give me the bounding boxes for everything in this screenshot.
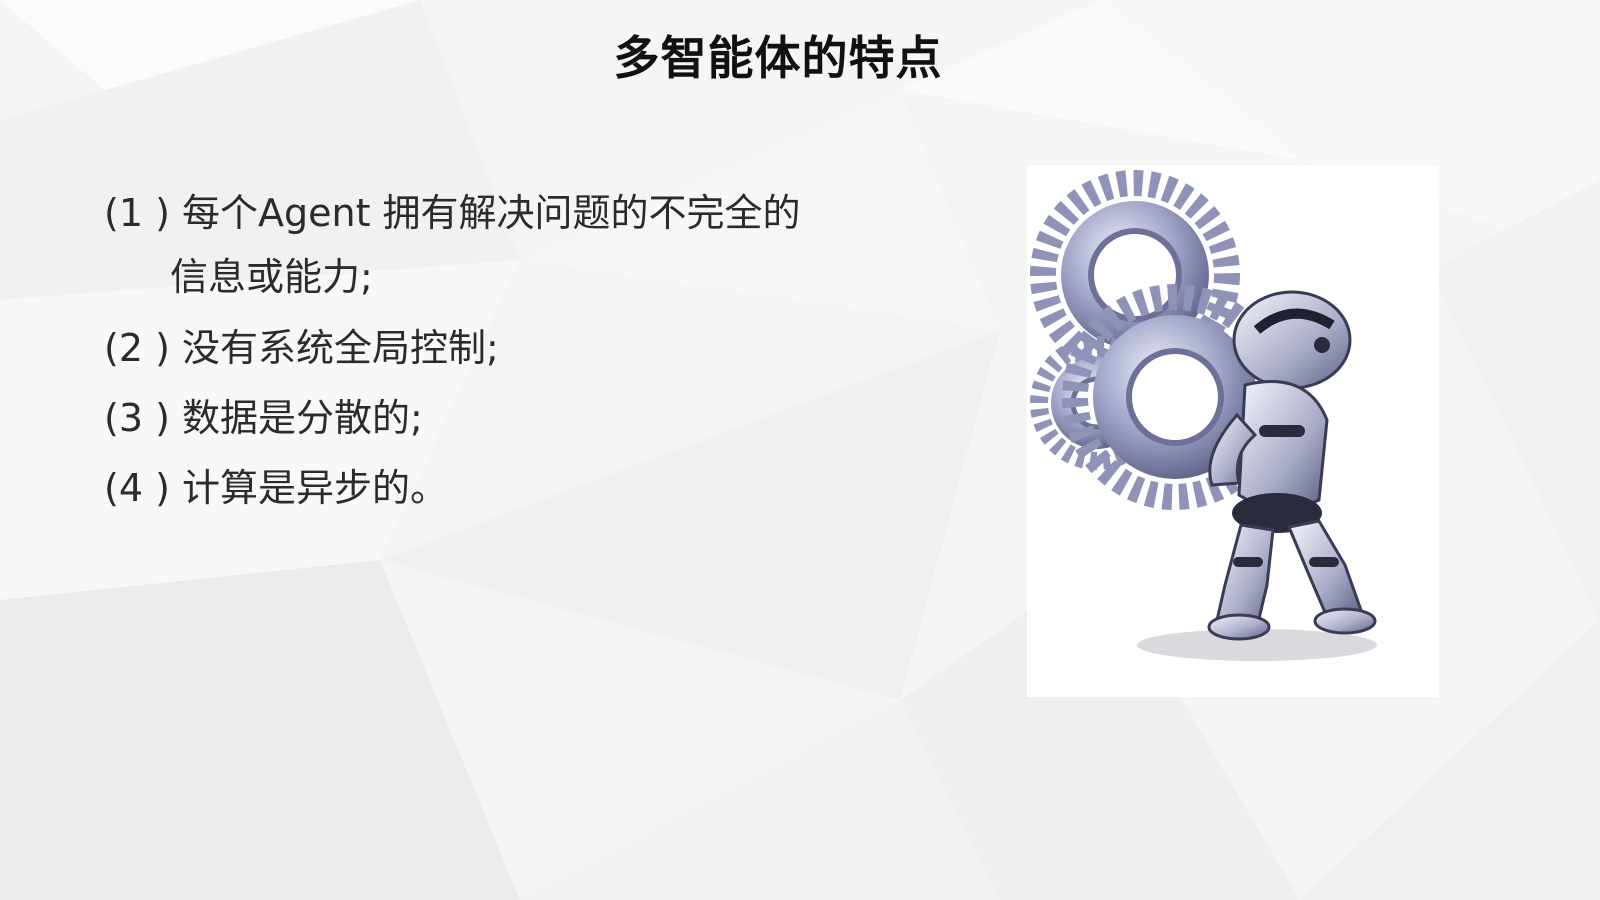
bullet-item-1-continuation: 信息或能力; xyxy=(104,242,934,312)
bullet-number: (4 ) xyxy=(104,466,170,511)
bullet-text: 信息或能力; xyxy=(170,255,373,300)
slide-title: 多智能体的特点 xyxy=(613,31,943,85)
bullet-text: 每个Agent 拥有解决问题的不完全的 xyxy=(182,191,801,235)
bullet-item-2: (2 ) 没有系统全局控制; xyxy=(104,313,934,383)
robot-with-gears-icon xyxy=(1030,170,1377,661)
bullet-item-3: (3 ) 数据是分散的; xyxy=(104,383,934,453)
robot-gears-image xyxy=(1027,165,1439,697)
bullet-text: 数据是分散的; xyxy=(182,395,423,440)
bullet-text: 没有系统全局控制; xyxy=(182,325,499,370)
bullet-item-1: (1 ) 每个Agent 拥有解决问题的不完全的 xyxy=(104,178,934,248)
bullet-number: (2 ) xyxy=(104,325,170,370)
bullet-list: (1 ) 每个Agent 拥有解决问题的不完全的 信息或能力; (2 ) 没有系… xyxy=(104,178,934,523)
bullet-text: 计算是异步的。 xyxy=(182,466,449,511)
bullet-item-4: (4 ) 计算是异步的。 xyxy=(104,453,934,523)
slide: 多智能体的特点 (1 ) 每个Agent 拥有解决问题的不完全的 信息或能力; … xyxy=(0,0,1600,900)
bullet-number: (3 ) xyxy=(104,395,170,440)
bullet-number: (1 ) xyxy=(104,191,170,235)
